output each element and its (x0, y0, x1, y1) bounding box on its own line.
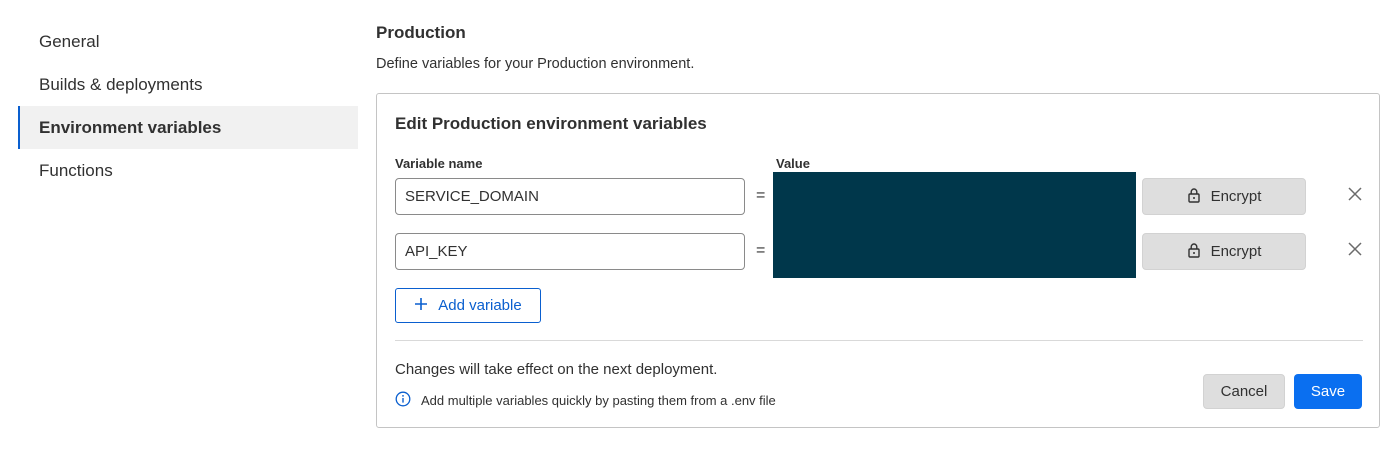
encrypt-label: Encrypt (1210, 243, 1262, 260)
sidebar-item-functions[interactable]: Functions (18, 149, 358, 192)
sidebar-item-label: General (39, 31, 100, 51)
section-description: Define variables for your Production env… (376, 56, 695, 72)
plus-icon (414, 297, 428, 315)
lock-icon (1187, 242, 1201, 262)
deployment-note: Changes will take effect on the next dep… (395, 361, 718, 378)
sidebar-item-label: Builds & deployments (39, 74, 203, 94)
remove-variable-button[interactable] (1345, 186, 1365, 206)
divider (395, 340, 1363, 341)
lock-icon (1187, 187, 1201, 207)
sidebar-item-label: Environment variables (39, 117, 222, 137)
card-title: Edit Production environment variables (395, 114, 707, 133)
add-variable-label: Add variable (438, 297, 522, 314)
info-icon (395, 391, 411, 410)
value-column-label: Value (776, 156, 810, 171)
remove-variable-button[interactable] (1345, 241, 1365, 261)
sidebar-item-general[interactable]: General (18, 20, 358, 63)
redacted-values-area (773, 172, 1136, 278)
variable-name-input[interactable] (395, 233, 745, 270)
variable-name-input[interactable] (395, 178, 745, 215)
sidebar-item-builds-deployments[interactable]: Builds & deployments (18, 63, 358, 106)
hint-text: Add multiple variables quickly by pastin… (421, 393, 776, 408)
env-vars-edit-card: Edit Production environment variables Va… (376, 93, 1380, 428)
settings-page: General Builds & deployments Environment… (0, 0, 1400, 461)
close-icon (1347, 186, 1363, 207)
variable-name-column-label: Variable name (395, 156, 483, 171)
sidebar-item-environment-variables[interactable]: Environment variables (18, 106, 358, 149)
env-file-hint: Add multiple variables quickly by pastin… (395, 391, 776, 410)
section-title: Production (376, 23, 466, 42)
settings-sidebar: General Builds & deployments Environment… (18, 20, 358, 192)
encrypt-button[interactable]: Encrypt (1142, 233, 1306, 270)
equals-sign: = (756, 187, 766, 204)
save-button[interactable]: Save (1294, 374, 1362, 409)
cancel-button[interactable]: Cancel (1203, 374, 1285, 409)
main-content: Production Define variables for your Pro… (376, 20, 1380, 428)
encrypt-label: Encrypt (1210, 188, 1262, 205)
close-icon (1347, 241, 1363, 262)
encrypt-button[interactable]: Encrypt (1142, 178, 1306, 215)
sidebar-item-label: Functions (39, 160, 113, 180)
equals-sign: = (756, 242, 766, 259)
add-variable-button[interactable]: Add variable (395, 288, 541, 323)
